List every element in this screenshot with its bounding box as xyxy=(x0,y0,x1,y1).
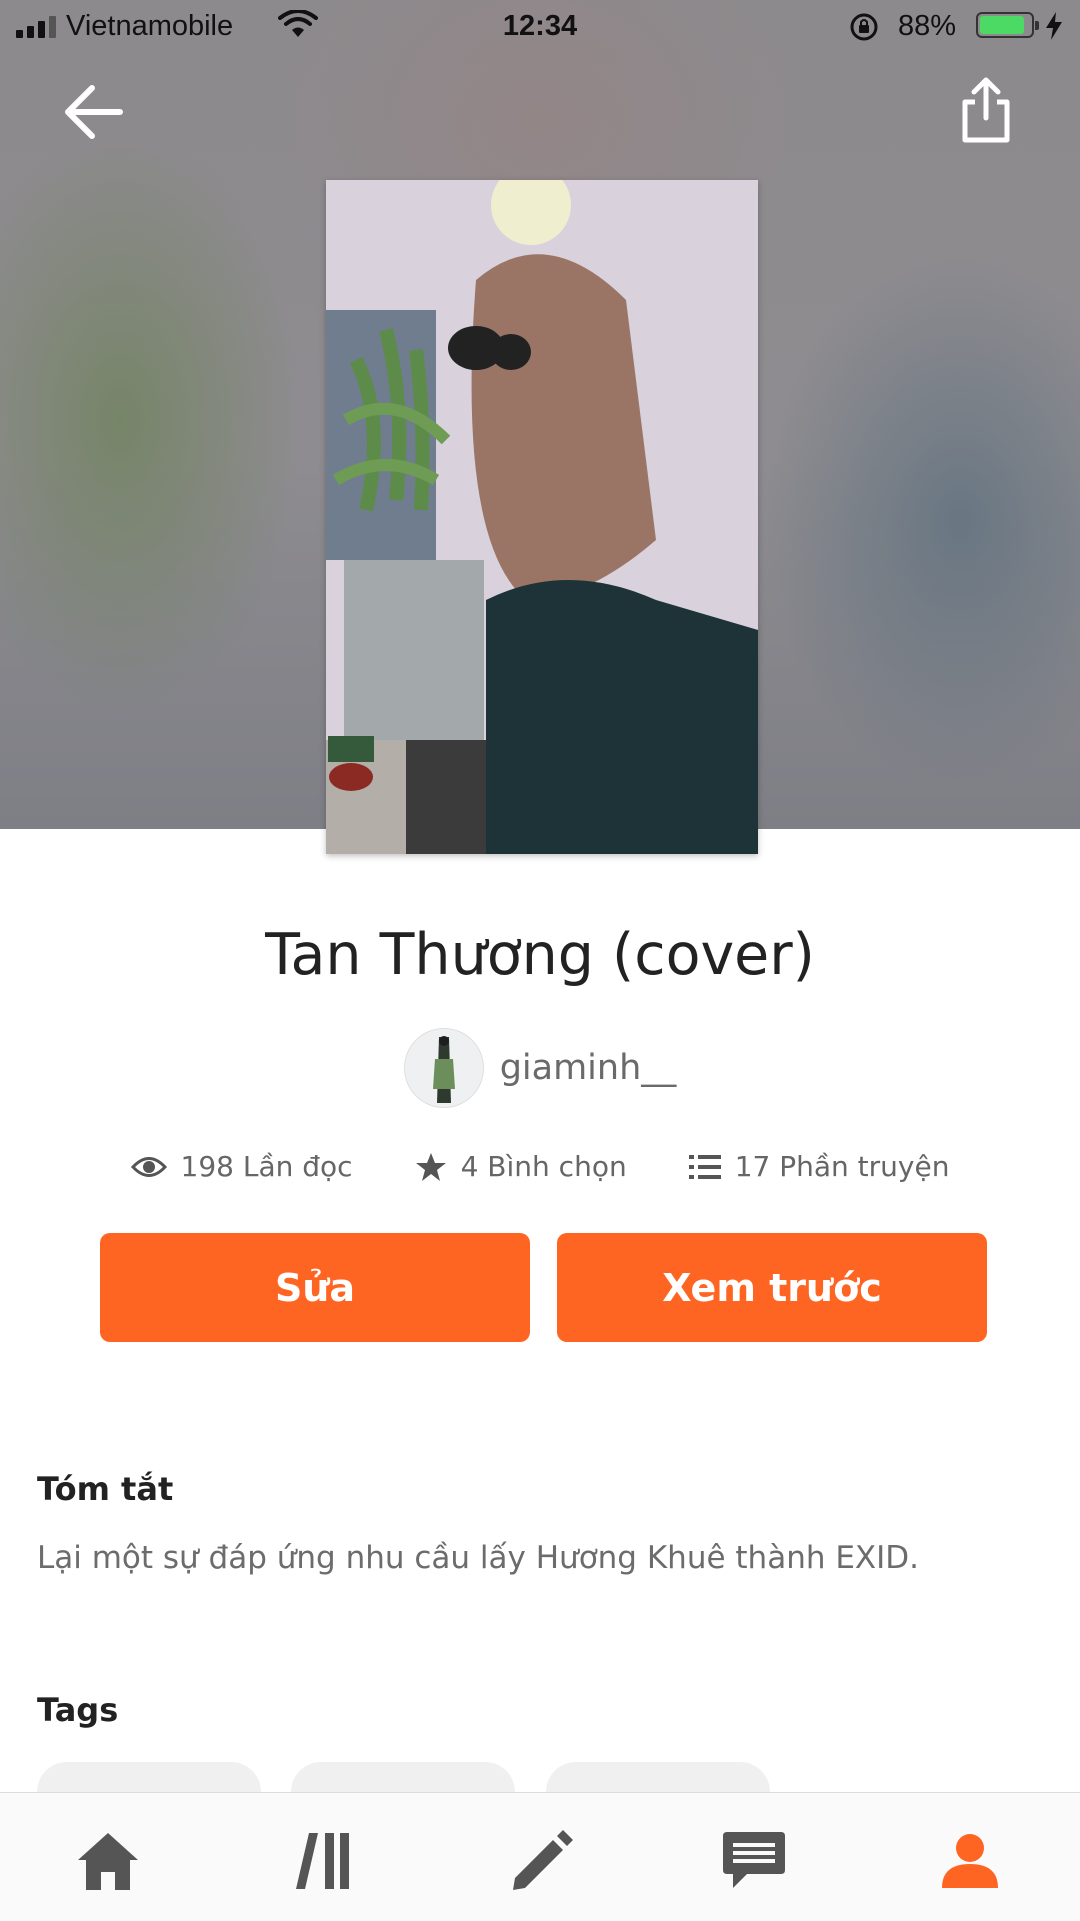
tab-home[interactable] xyxy=(68,1821,148,1901)
tags-heading: Tags xyxy=(37,1691,119,1729)
author-name[interactable]: giaminh__ xyxy=(500,1048,677,1088)
votes-stat: 4 Bình chọn xyxy=(415,1150,627,1183)
battery-percent: 88% xyxy=(898,10,957,42)
arrow-left-icon[interactable] xyxy=(58,76,132,150)
status-bar: Vietnamobile 12:34 88% xyxy=(0,0,1080,54)
votes-count: 4 Bình chọn xyxy=(460,1150,627,1183)
write-icon xyxy=(513,1830,573,1890)
tab-write[interactable] xyxy=(500,1821,580,1901)
parts-count: 17 Phần truyện xyxy=(734,1150,950,1183)
share-icon[interactable] xyxy=(955,74,1017,146)
library-icon xyxy=(296,1833,349,1889)
rotation-lock-icon xyxy=(850,13,878,41)
eye-icon xyxy=(130,1156,167,1177)
story-title: Tan Thương (cover) xyxy=(265,922,815,988)
tab-profile[interactable] xyxy=(930,1821,1010,1901)
profile-icon xyxy=(942,1834,998,1888)
author-row[interactable]: giaminh__ xyxy=(0,1028,1080,1108)
messages-icon xyxy=(723,1832,785,1888)
story-stats: 198 Lần đọc 4 Bình chọn 17 Phần truyện xyxy=(0,1150,1080,1183)
star-icon xyxy=(415,1152,446,1181)
tab-messages[interactable] xyxy=(714,1821,794,1901)
summary-text: Lại một sự đáp ứng nhu cầu lấy Hương Khu… xyxy=(37,1540,920,1576)
story-cover-image xyxy=(326,180,758,854)
battery-icon xyxy=(976,12,1039,38)
edit-button[interactable]: Sửa xyxy=(100,1233,530,1342)
parts-stat: 17 Phần truyện xyxy=(688,1150,950,1183)
reads-count: 198 Lần đọc xyxy=(180,1150,353,1183)
bottom-tab-bar xyxy=(0,1792,1080,1921)
charging-icon xyxy=(1046,12,1062,40)
list-icon xyxy=(688,1154,721,1179)
preview-button[interactable]: Xem trước xyxy=(557,1233,987,1342)
avatar[interactable] xyxy=(403,1028,484,1108)
home-icon xyxy=(78,1833,138,1890)
reads-stat: 198 Lần đọc xyxy=(130,1150,353,1183)
summary-heading: Tóm tắt xyxy=(37,1470,174,1508)
tab-library[interactable] xyxy=(286,1821,366,1901)
